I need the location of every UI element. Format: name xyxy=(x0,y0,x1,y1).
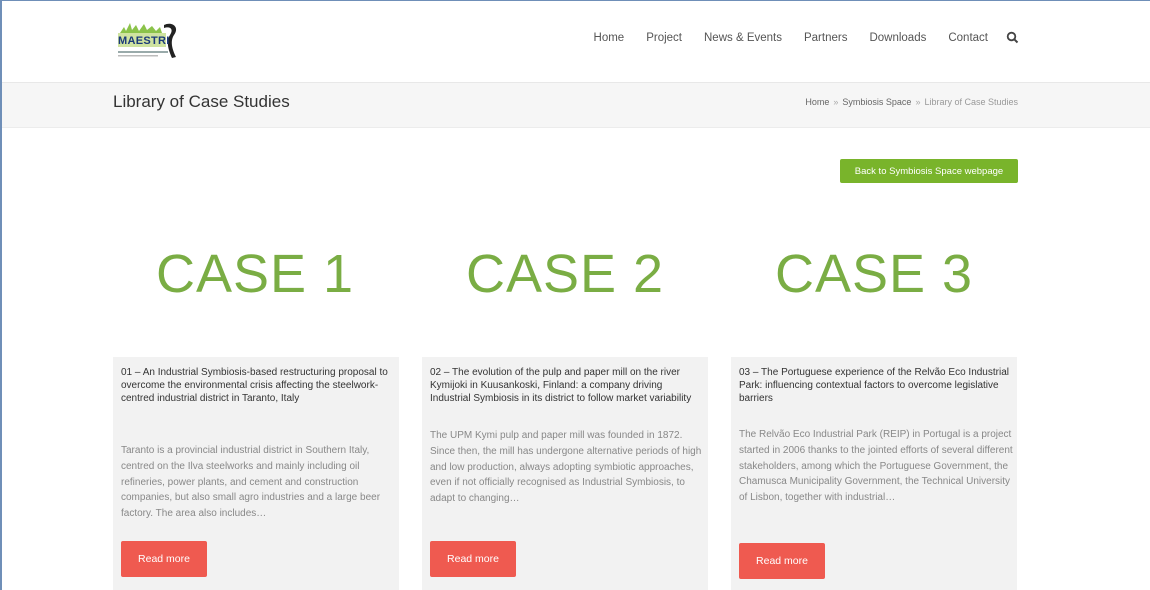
case-1-title[interactable]: 01 – An Industrial Symbiosis-based restr… xyxy=(121,366,393,405)
site-header: MAESTRI Home Project News & Events Partn… xyxy=(2,1,1150,83)
breadcrumb: Home » Symbiosis Space » Library of Case… xyxy=(805,97,1018,107)
nav-item-news-events[interactable]: News & Events xyxy=(704,32,782,44)
case-card-2: 02 – The evolution of the pulp and paper… xyxy=(422,357,708,590)
breadcrumb-separator: » xyxy=(833,97,839,107)
nav-item-partners[interactable]: Partners xyxy=(804,32,847,44)
case-1-read-more-button[interactable]: Read more xyxy=(121,541,207,577)
breadcrumb-separator: » xyxy=(915,97,921,107)
case-card-3: 03 – The Portuguese experience of the Re… xyxy=(731,357,1017,590)
breadcrumb-home[interactable]: Home xyxy=(805,97,829,107)
case-1-heading[interactable]: CASE 1 xyxy=(105,243,405,305)
main-nav: Home Project News & Events Partners Down… xyxy=(572,31,1020,45)
nav-item-home[interactable]: Home xyxy=(594,32,625,44)
case-2-title[interactable]: 02 – The evolution of the pulp and paper… xyxy=(430,366,702,405)
case-2-heading[interactable]: CASE 2 xyxy=(415,243,715,305)
case-2-read-more-button[interactable]: Read more xyxy=(430,541,516,577)
page-title: Library of Case Studies xyxy=(113,92,290,111)
nav-item-contact[interactable]: Contact xyxy=(948,32,988,44)
nav-item-downloads[interactable]: Downloads xyxy=(869,32,926,44)
breadcrumb-current: Library of Case Studies xyxy=(924,97,1018,107)
search-icon[interactable] xyxy=(1006,31,1020,45)
case-3-heading[interactable]: CASE 3 xyxy=(724,243,1024,305)
logo-text: MAESTRI xyxy=(118,35,170,47)
case-2-excerpt: The UPM Kymi pulp and paper mill was fou… xyxy=(430,430,702,505)
page-title-bar: Library of Case Studies Home » Symbiosis… xyxy=(2,83,1150,128)
case-card-1: 01 – An Industrial Symbiosis-based restr… xyxy=(113,357,399,590)
nav-item-project[interactable]: Project xyxy=(646,32,682,44)
case-3-read-more-button[interactable]: Read more xyxy=(739,543,825,579)
case-3-title[interactable]: 03 – The Portuguese experience of the Re… xyxy=(739,366,1011,405)
maestri-logo[interactable]: MAESTRI xyxy=(114,19,189,65)
breadcrumb-symbiosis-space[interactable]: Symbiosis Space xyxy=(842,97,911,107)
back-to-symbiosis-space-button[interactable]: Back to Symbiosis Space webpage xyxy=(840,159,1018,183)
case-1-excerpt: Taranto is a provincial industrial distr… xyxy=(121,445,381,520)
case-3-excerpt: The Relvão Eco Industrial Park (REIP) in… xyxy=(739,429,1013,504)
